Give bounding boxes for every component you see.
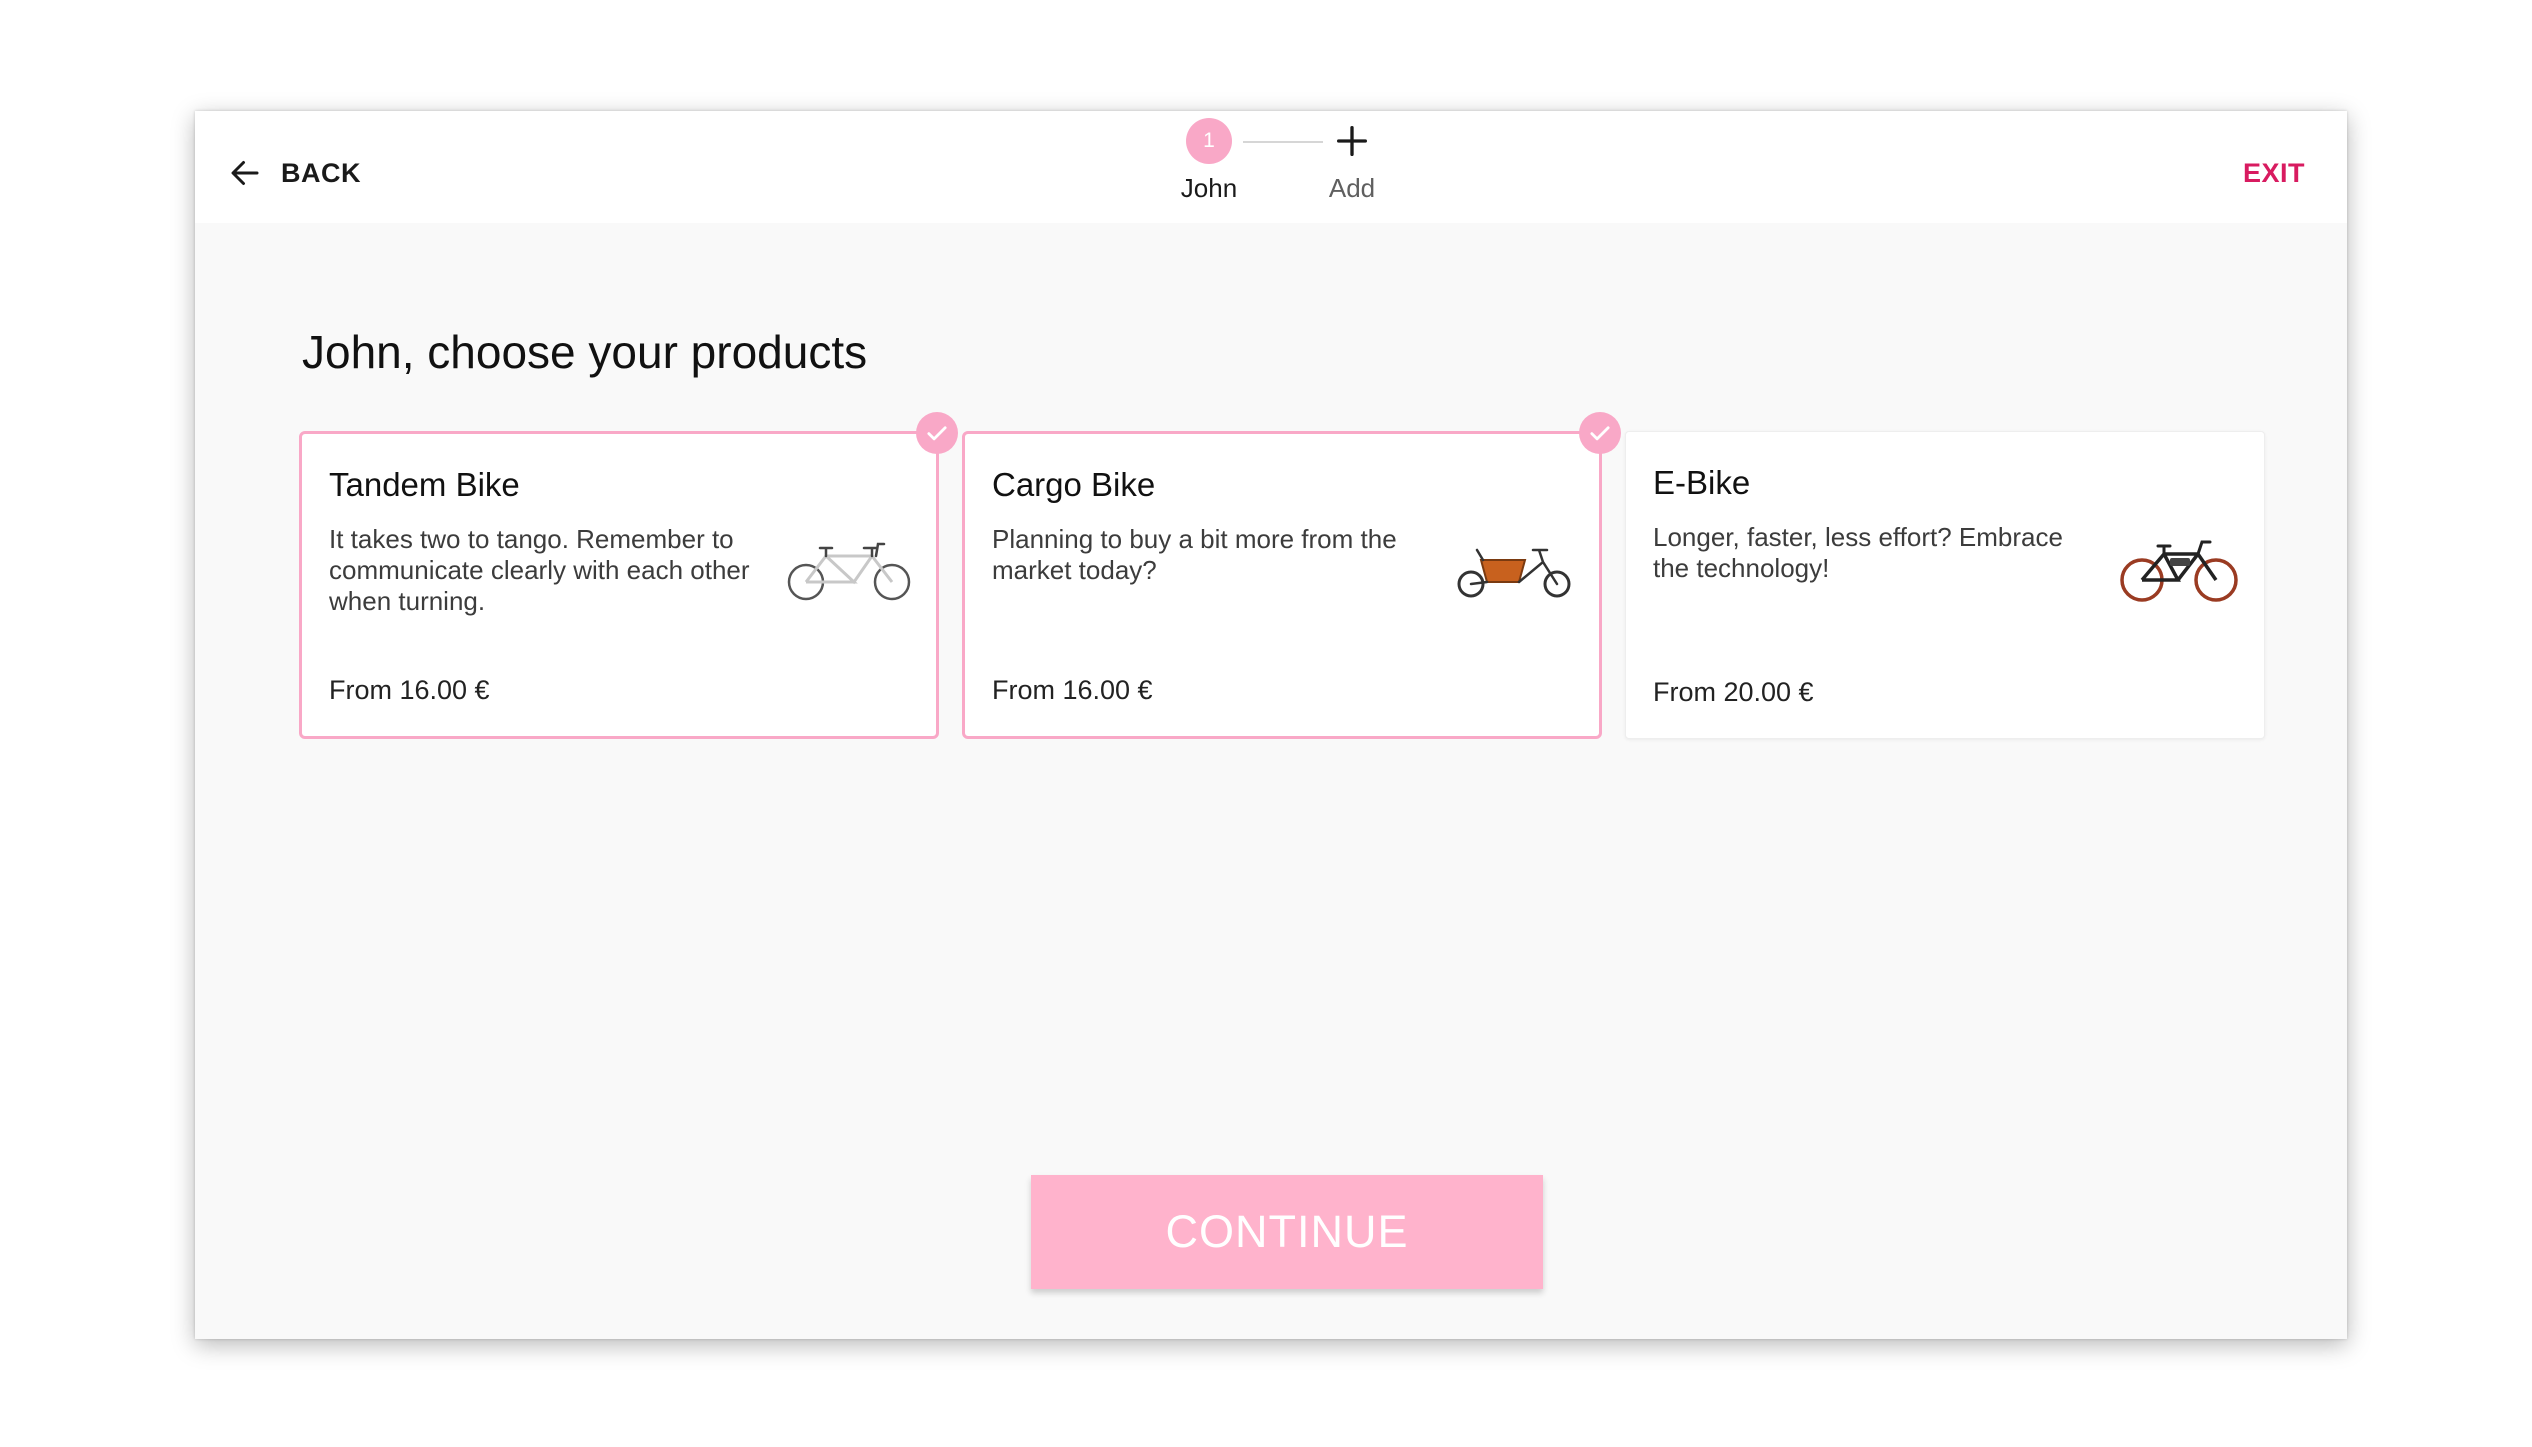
step-add-label[interactable]: Add: [1292, 173, 1412, 204]
product-description: Longer, faster, less effort? Embrace the…: [1653, 522, 2063, 583]
product-price: From 16.00 €: [992, 675, 1153, 705]
product-name: Cargo Bike: [992, 466, 1156, 503]
step-1-label: John: [1180, 173, 1238, 203]
product-price: From 16.00 €: [329, 675, 490, 705]
page-title: John, choose your products: [302, 326, 868, 378]
product-name: E-Bike: [1653, 464, 1751, 501]
product-card-tandem-bike[interactable]: Tandem Bike It takes two to tango. Remem…: [299, 412, 958, 739]
stepper: 1 John Add: [195, 111, 2347, 223]
selected-check-icon: [1579, 412, 1621, 454]
product-description: Planning to buy a bit more from the mark…: [992, 524, 1397, 585]
app-window: BACK 1 John Add EXIT John, choose your p…: [195, 111, 2347, 1339]
product-card-e-bike[interactable]: E-Bike Longer, faster, less effort? Embr…: [1625, 431, 2265, 739]
product-name: Tandem Bike: [329, 466, 520, 503]
continue-button[interactable]: CONTINUE: [1031, 1175, 1543, 1289]
e-bike-icon: [2112, 524, 2244, 608]
step-1-indicator[interactable]: 1: [1186, 118, 1232, 164]
top-bar: BACK 1 John Add EXIT: [195, 111, 2347, 223]
cargo-bike-icon: [1447, 526, 1579, 610]
tandem-bike-icon: [784, 526, 916, 610]
step-connector: [1243, 141, 1323, 143]
product-description: It takes two to tango. Remember to commu…: [329, 524, 750, 616]
product-card-cargo-bike[interactable]: Cargo Bike Planning to buy a bit more fr…: [962, 412, 1621, 739]
plus-icon[interactable]: [1332, 121, 1372, 161]
selected-check-icon: [916, 412, 958, 454]
exit-button[interactable]: EXIT: [2243, 147, 2305, 199]
product-price: From 20.00 €: [1653, 677, 1814, 707]
